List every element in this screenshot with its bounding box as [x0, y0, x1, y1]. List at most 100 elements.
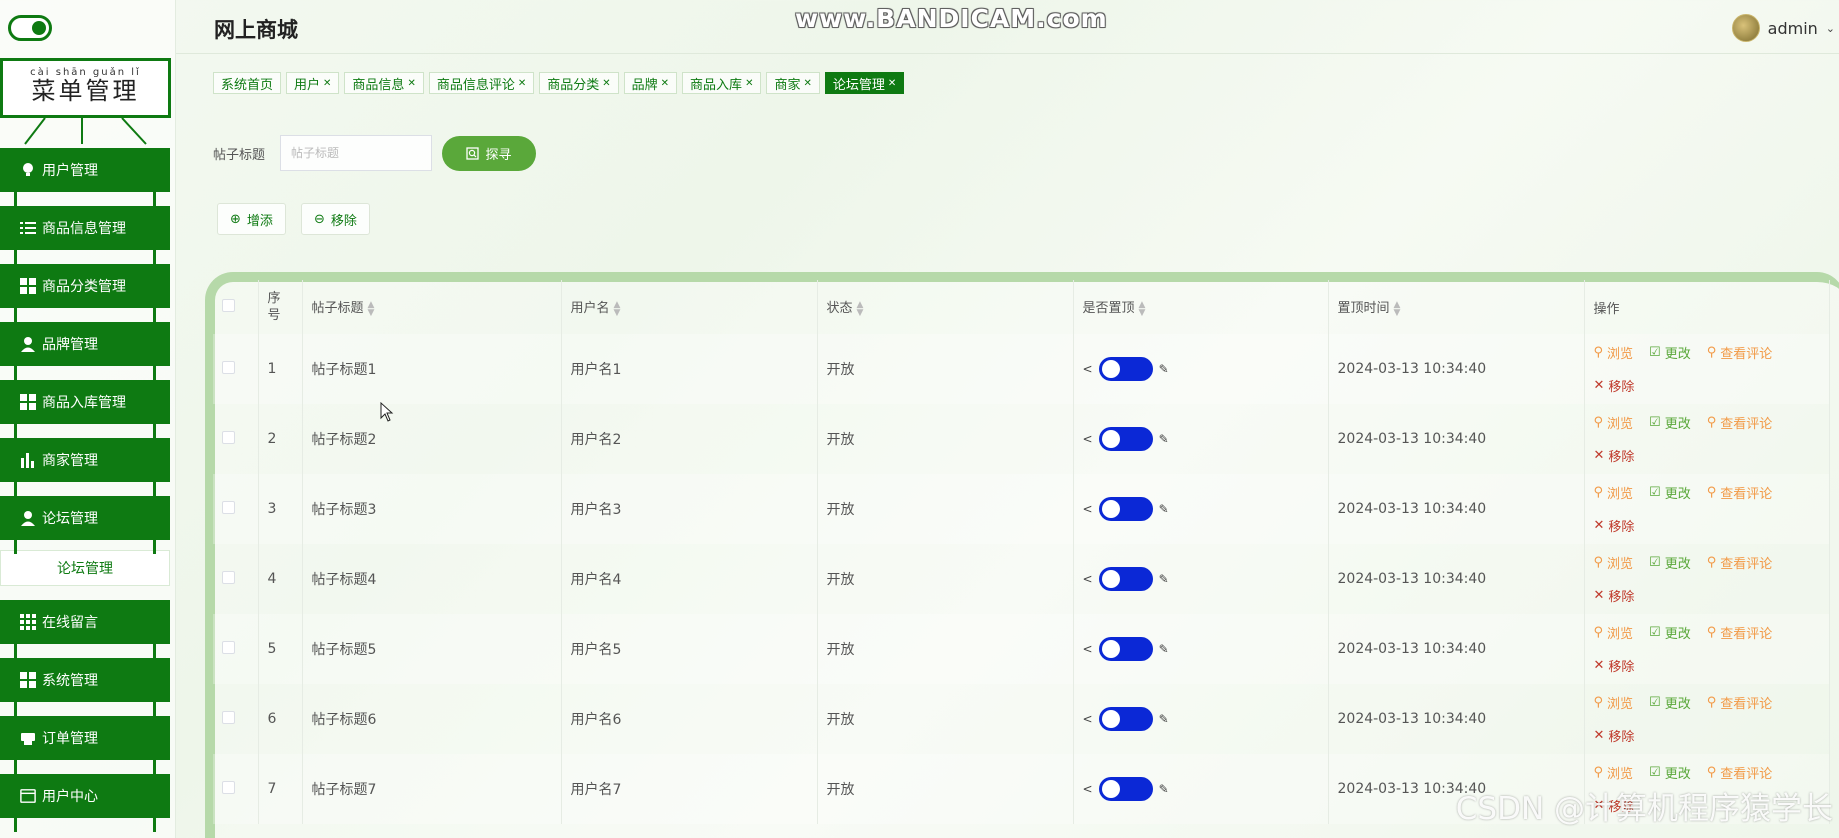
column-status[interactable]: 状态 ▲ ▼: [817, 280, 1074, 334]
search-button[interactable]: 探寻: [442, 136, 536, 171]
tab-5[interactable]: 品牌 ✕: [623, 72, 678, 94]
row-checkbox[interactable]: [222, 570, 235, 584]
row-select-cell[interactable]: [213, 334, 259, 404]
sidebar-subitem[interactable]: 论坛管理: [0, 550, 170, 586]
row-checkbox[interactable]: [222, 780, 235, 794]
share-icon[interactable]: <: [1083, 432, 1093, 446]
delete-button[interactable]: ✕ 移除: [1594, 656, 1635, 675]
share-icon[interactable]: <: [1083, 502, 1093, 516]
select-all-checkbox[interactable]: [222, 298, 235, 312]
close-icon[interactable]: ✕: [407, 78, 415, 89]
pin-toggle[interactable]: [1098, 777, 1153, 801]
tab-8[interactable]: 论坛管理 ✕: [824, 72, 905, 94]
sort-icon[interactable]: ▲ ▼: [614, 300, 621, 317]
edit-pen-icon[interactable]: ✎: [1159, 712, 1169, 726]
column-pin-time[interactable]: 置顶时间 ▲ ▼: [1328, 280, 1585, 334]
close-icon[interactable]: ✕: [888, 78, 896, 89]
share-icon[interactable]: <: [1083, 362, 1093, 376]
edit-button[interactable]: ☑ 更改: [1649, 763, 1691, 782]
chevron-down-icon[interactable]: ⌄: [1826, 22, 1835, 35]
edit-pen-icon[interactable]: ✎: [1159, 572, 1169, 586]
delete-button[interactable]: ✕ 移除: [1594, 586, 1635, 605]
sidebar-item-1[interactable]: 商品信息管理: [0, 206, 170, 264]
sidebar-item-4[interactable]: 商品入库管理: [0, 380, 170, 438]
edit-button[interactable]: ☑ 更改: [1649, 553, 1691, 572]
tab-2[interactable]: 商品信息 ✕: [344, 72, 424, 94]
user-menu[interactable]: admin ⌄: [1731, 14, 1835, 42]
view-button[interactable]: ⚲ 浏览: [1594, 763, 1634, 782]
view-comments-button[interactable]: ⚲ 查看评论: [1707, 553, 1773, 572]
view-comments-button[interactable]: ⚲ 查看评论: [1707, 483, 1773, 502]
tab-4[interactable]: 商品分类 ✕: [539, 72, 619, 94]
sidebar-collapse-toggle[interactable]: [8, 15, 52, 41]
pin-toggle[interactable]: [1098, 427, 1153, 451]
remove-button[interactable]: ⊖ 移除: [301, 203, 370, 235]
delete-button[interactable]: ✕ 移除: [1594, 726, 1635, 745]
sidebar-item-5[interactable]: 商家管理: [0, 438, 170, 496]
close-icon[interactable]: ✕: [323, 78, 331, 89]
row-select-cell[interactable]: [213, 544, 259, 614]
view-button[interactable]: ⚲ 浏览: [1594, 623, 1634, 642]
avatar[interactable]: [1731, 14, 1760, 42]
edit-pen-icon[interactable]: ✎: [1159, 432, 1169, 446]
row-checkbox[interactable]: [222, 640, 235, 654]
sidebar-item-8[interactable]: 系统管理: [0, 658, 170, 716]
close-icon[interactable]: ✕: [745, 78, 753, 89]
delete-button[interactable]: ✕ 移除: [1594, 376, 1635, 395]
edit-button[interactable]: ☑ 更改: [1649, 693, 1691, 712]
view-comments-button[interactable]: ⚲ 查看评论: [1707, 413, 1773, 432]
column-username[interactable]: 用户名 ▲ ▼: [561, 280, 818, 334]
pin-toggle[interactable]: [1098, 707, 1153, 731]
view-button[interactable]: ⚲ 浏览: [1594, 343, 1634, 362]
close-icon[interactable]: ✕: [518, 78, 526, 89]
share-icon[interactable]: <: [1083, 782, 1093, 796]
view-button[interactable]: ⚲ 浏览: [1594, 693, 1634, 712]
close-icon[interactable]: ✕: [661, 78, 669, 89]
edit-button[interactable]: ☑ 更改: [1649, 413, 1691, 432]
edit-pen-icon[interactable]: ✎: [1159, 502, 1169, 516]
view-button[interactable]: ⚲ 浏览: [1594, 483, 1634, 502]
sidebar-item-3[interactable]: 品牌管理: [0, 322, 170, 380]
sort-icon[interactable]: ▲ ▼: [1139, 300, 1146, 317]
sidebar-item-2[interactable]: 商品分类管理: [0, 264, 170, 322]
edit-button[interactable]: ☑ 更改: [1649, 623, 1691, 642]
tab-6[interactable]: 商品入库 ✕: [682, 72, 762, 94]
sort-icon[interactable]: ▲ ▼: [1394, 300, 1401, 317]
row-select-cell[interactable]: [213, 614, 259, 684]
tab-3[interactable]: 商品信息评论 ✕: [428, 72, 535, 94]
view-comments-button[interactable]: ⚲ 查看评论: [1707, 343, 1773, 362]
sidebar-item-10[interactable]: 用户中心: [0, 774, 170, 832]
column-pinned[interactable]: 是否置顶 ▲ ▼: [1073, 280, 1329, 334]
edit-pen-icon[interactable]: ✎: [1159, 782, 1169, 796]
view-button[interactable]: ⚲ 浏览: [1594, 413, 1634, 432]
column-title[interactable]: 帖子标题 ▲ ▼: [302, 280, 562, 334]
share-icon[interactable]: <: [1083, 572, 1093, 586]
select-all-cell[interactable]: [213, 280, 259, 334]
close-icon[interactable]: ✕: [803, 78, 811, 89]
edit-pen-icon[interactable]: ✎: [1159, 362, 1169, 376]
row-select-cell[interactable]: [213, 404, 259, 474]
row-checkbox[interactable]: [222, 710, 235, 724]
sidebar-item-7[interactable]: 在线留言: [0, 600, 170, 658]
search-input[interactable]: [280, 135, 432, 171]
edit-button[interactable]: ☑ 更改: [1649, 483, 1691, 502]
add-button[interactable]: ⊕ 增添: [217, 203, 286, 235]
share-icon[interactable]: <: [1083, 712, 1093, 726]
delete-button[interactable]: ✕ 移除: [1594, 516, 1635, 535]
sort-icon[interactable]: ▲ ▼: [368, 300, 375, 317]
row-select-cell[interactable]: [213, 684, 259, 754]
tab-1[interactable]: 用户 ✕: [286, 72, 340, 94]
pin-toggle[interactable]: [1098, 497, 1153, 521]
row-select-cell[interactable]: [213, 474, 259, 544]
row-checkbox[interactable]: [222, 430, 235, 444]
sidebar-item-9[interactable]: 订单管理: [0, 716, 170, 774]
sort-icon[interactable]: ▲ ▼: [857, 300, 864, 317]
sidebar-item-6[interactable]: 论坛管理: [0, 496, 170, 554]
pin-toggle[interactable]: [1098, 567, 1153, 591]
user-name[interactable]: admin: [1768, 19, 1818, 38]
sidebar-item-0[interactable]: 用户管理: [0, 148, 170, 206]
pin-toggle[interactable]: [1098, 357, 1153, 381]
view-button[interactable]: ⚲ 浏览: [1594, 553, 1634, 572]
edit-pen-icon[interactable]: ✎: [1159, 642, 1169, 656]
row-checkbox[interactable]: [222, 500, 235, 514]
